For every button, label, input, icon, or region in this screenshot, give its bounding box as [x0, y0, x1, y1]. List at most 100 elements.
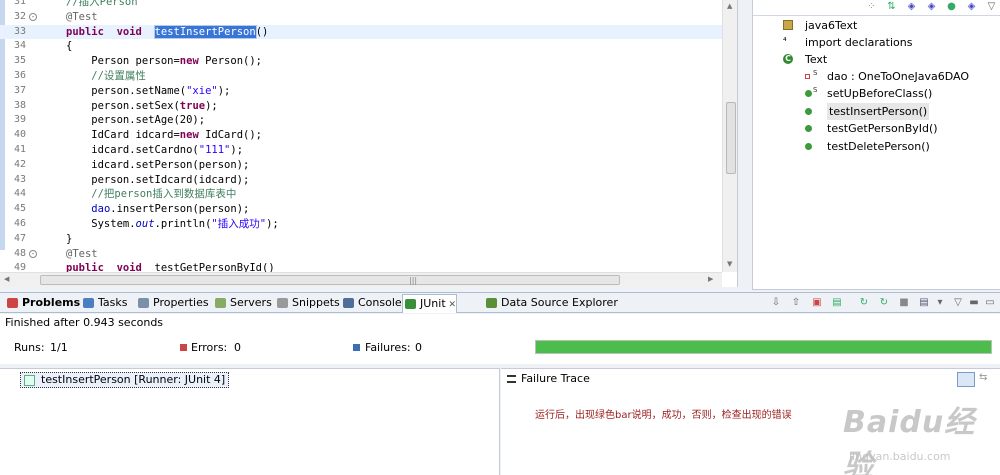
code-text: person.setIdcard(idcard); — [66, 173, 250, 186]
selected-method-name: testInsertPerson — [153, 24, 257, 39]
filter-stack-trace-button[interactable] — [957, 372, 975, 387]
tab-label: Properties — [153, 296, 209, 309]
scroll-lock-icon[interactable]: ▤ — [831, 296, 843, 309]
code-line[interactable]: 47} — [0, 232, 737, 247]
code-editor[interactable]: 31//插入Person 32- @Test 33 public void testIn… — [0, 0, 738, 287]
outline-item[interactable]: java6Text — [805, 17, 857, 34]
code-line[interactable]: 37 person.setName("xie"); — [0, 84, 737, 99]
code-text: idcard.setPerson(person); — [66, 158, 250, 171]
tab-servers[interactable]: Servers — [213, 294, 272, 312]
code-text: //把person插入到数据库表中 — [66, 188, 237, 201]
static-marker-icon: S — [813, 69, 818, 77]
code-line[interactable]: 34 { — [0, 39, 737, 54]
next-failure-icon[interactable]: ⇩ — [770, 296, 782, 309]
code-line[interactable]: 45 dao.insertPerson(person); — [0, 202, 737, 217]
data-source-icon — [486, 298, 497, 308]
maximize-icon[interactable]: ▭ — [984, 296, 996, 309]
close-tab-icon[interactable]: ✕ — [446, 300, 457, 310]
code-line[interactable]: 33 public void testInsertPerson() — [0, 24, 737, 40]
editor-horizontal-scrollbar[interactable]: ◀ ||| ▶ — [0, 272, 722, 287]
annotation-note: 运行后，出现绿色bar说明，成功，否则，检查出现的错误 — [535, 410, 792, 421]
editor-lines[interactable]: 31//插入Person 32- @Test 33 public void testIn… — [0, 0, 737, 276]
outline-item[interactable]: testInsertPerson() — [827, 103, 930, 120]
runs-value: 1/1 — [50, 341, 68, 354]
history-dropdown-icon[interactable]: ▾ — [934, 296, 946, 309]
stop-test-icon[interactable]: ■ — [898, 296, 910, 309]
code-line[interactable]: 41 idcard.setCardno("111"); — [0, 143, 737, 158]
fold-toggle-icon[interactable]: - — [29, 249, 37, 258]
tab-console[interactable]: Console — [341, 294, 402, 312]
hide-fields-icon[interactable]: ◈ — [905, 1, 918, 13]
code-line[interactable]: 42 idcard.setPerson(person); — [0, 158, 737, 173]
code-line[interactable]: 35 Person person=new Person(); — [0, 54, 737, 69]
tab-data-source-explorer[interactable]: Data Source Explorer — [484, 294, 618, 312]
tab-label: Servers — [230, 296, 272, 309]
public-method-icon — [805, 108, 812, 115]
scroll-down-arrow-icon[interactable]: ▼ — [727, 260, 732, 268]
outline-item[interactable]: testGetPersonById() — [827, 120, 938, 137]
code-line[interactable]: 48- @Test — [0, 247, 737, 262]
test-tree[interactable]: testInsertPerson [Runner: JUnit 4] — [0, 368, 500, 475]
hide-static-icon[interactable]: ◈ — [925, 1, 938, 13]
outline-item[interactable]: import declarations — [805, 34, 912, 51]
hide-nonpublic-icon[interactable]: ● — [945, 1, 958, 13]
hide-local-types-icon[interactable]: ◈ — [965, 1, 978, 13]
import-icon: ⁴ — [783, 37, 787, 47]
outline-toolbar: ⁘ ⇅ ◈ ◈ ● ◈ ▽ — [753, 0, 1000, 16]
tab-problems[interactable]: Problems — [5, 294, 80, 312]
line-number: 44 — [14, 188, 27, 200]
tasks-icon — [83, 298, 94, 308]
view-menu-icon[interactable]: ▽ — [952, 296, 964, 309]
code-text: dao.insertPerson(person); — [91, 203, 250, 216]
outline-item[interactable]: setUpBeforeClass() — [827, 85, 932, 102]
tab-junit[interactable]: JUnit ✕ — [402, 294, 458, 313]
sort-icon[interactable]: ⇅ — [885, 1, 898, 13]
outline-item[interactable]: Text — [805, 51, 827, 68]
scroll-left-arrow-icon[interactable]: ◀ — [4, 275, 9, 283]
code-line[interactable]: 31 //插入Person — [0, 0, 737, 10]
minimize-icon[interactable]: ▬ — [968, 296, 980, 309]
code-line[interactable]: 40 IdCard idcard=new IdCard(); — [0, 128, 737, 143]
code-text: { — [66, 40, 73, 53]
test-tree-item[interactable]: testInsertPerson [Runner: JUnit 4] — [20, 372, 230, 388]
tab-properties[interactable]: Properties — [136, 294, 209, 312]
fold-toggle-icon[interactable]: - — [29, 12, 37, 21]
code-line[interactable]: 46 System.out.println("插入成功"); — [0, 217, 737, 232]
failures-value: 0 — [415, 341, 422, 354]
scroll-right-arrow-icon[interactable]: ▶ — [708, 275, 713, 283]
rerun-test-icon[interactable]: ↻ — [858, 296, 870, 309]
outline-item[interactable]: testDeletePerson() — [827, 138, 930, 155]
bottom-tab-bar: Problems Tasks Properties Servers Snippets Co… — [0, 292, 1000, 313]
code-text: } — [66, 232, 73, 245]
code-line[interactable]: 44 //把person插入到数据库表中 — [0, 187, 737, 202]
view-menu-icon[interactable]: ▽ — [985, 1, 998, 13]
code-line[interactable]: 32- @Test — [0, 10, 737, 25]
line-number: 37 — [14, 84, 27, 96]
line-number: 40 — [14, 129, 27, 141]
code-line[interactable]: 38 person.setSex(true); — [0, 99, 737, 114]
test-history-icon[interactable]: ▤ — [918, 296, 930, 309]
tab-snippets[interactable]: Snippets — [275, 294, 340, 312]
compare-result-icon[interactable]: ⇆ — [979, 372, 993, 386]
code-line[interactable]: 39 person.setAge(20); — [0, 113, 737, 128]
line-number: 33 — [14, 25, 27, 37]
show-failures-only-icon[interactable]: ▣ — [811, 296, 823, 309]
editor-vertical-scrollbar[interactable]: ▲ ▼ — [722, 0, 737, 272]
code-text: person.setAge(20); — [66, 114, 206, 127]
scroll-up-arrow-icon[interactable]: ▲ — [727, 2, 732, 10]
code-line[interactable]: 36 //设置属性 — [0, 69, 737, 84]
code-line[interactable]: 43 person.setIdcard(idcard); — [0, 173, 737, 188]
code-text: person.setName("xie"); — [66, 84, 231, 97]
editor-vertical-scroll-thumb[interactable] — [726, 102, 736, 174]
code-token: public — [66, 25, 104, 38]
failure-icon — [353, 344, 360, 351]
collapse-all-icon[interactable]: ⁘ — [865, 1, 878, 13]
tab-tasks[interactable]: Tasks — [81, 294, 127, 312]
junit-progress-bar — [535, 340, 992, 354]
editor-horizontal-scroll-thumb[interactable]: ||| — [40, 275, 620, 285]
outline-item[interactable]: dao : OneToOneJava6DAO — [827, 68, 969, 85]
code-text: //插入Person — [66, 0, 138, 8]
previous-failure-icon[interactable]: ⇧ — [790, 296, 802, 309]
rerun-failed-first-icon[interactable]: ↻ — [878, 296, 890, 309]
